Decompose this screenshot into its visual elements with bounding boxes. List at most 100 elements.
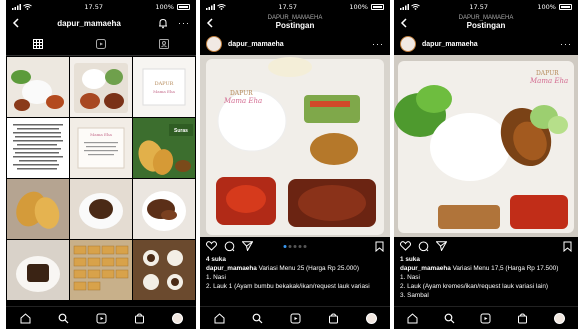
- heart-icon[interactable]: [206, 241, 217, 251]
- signal-icon: [12, 3, 21, 10]
- post-username[interactable]: dapur_mamaeha: [228, 41, 366, 48]
- grid-tile[interactable]: Suras: [133, 118, 195, 178]
- status-time: 17.57: [84, 2, 103, 11]
- search-icon[interactable]: [444, 313, 455, 324]
- post-header: dapur_mamaeha ···: [394, 33, 578, 55]
- page-title: Postingan: [275, 20, 315, 30]
- home-icon[interactable]: [214, 312, 225, 324]
- signal-group: [206, 3, 226, 10]
- grid-tile[interactable]: [7, 57, 69, 117]
- search-icon[interactable]: [252, 313, 263, 324]
- status-bar: 17.57 100%: [394, 0, 578, 13]
- carousel-indicator: [283, 244, 307, 248]
- post-image[interactable]: DAPUR Mama Eha: [394, 55, 578, 237]
- status-bar: 17.57 100%: [6, 0, 196, 13]
- reels-nav-icon[interactable]: [290, 313, 301, 324]
- shop-icon[interactable]: [134, 312, 145, 324]
- status-bar: 17.57 100%: [200, 0, 390, 13]
- grid-tile[interactable]: [7, 179, 69, 239]
- avatar[interactable]: [206, 36, 222, 52]
- profile-header: dapur_mamaeha ···: [6, 13, 196, 33]
- home-icon[interactable]: [407, 312, 418, 324]
- post-actions: [200, 237, 390, 255]
- signal-group: [12, 3, 32, 10]
- caption-username[interactable]: dapur_mamaeha: [400, 265, 451, 272]
- watermark-script: Mama Eha: [223, 97, 262, 105]
- grid-tile[interactable]: [133, 240, 195, 300]
- watermark-brand: DAPUR: [230, 90, 253, 97]
- chevron-left-icon[interactable]: [400, 18, 408, 28]
- profile-avatar-icon[interactable]: [365, 312, 377, 324]
- share-icon[interactable]: [242, 241, 253, 251]
- chevron-left-icon[interactable]: [206, 18, 214, 28]
- grid-tile[interactable]: [7, 240, 69, 300]
- more-options-icon[interactable]: ···: [372, 39, 384, 49]
- reels-nav-icon[interactable]: [480, 313, 491, 324]
- header-title-group: DAPUR_MAMAEHA Postingan: [459, 15, 514, 30]
- tagged-icon[interactable]: [159, 39, 170, 49]
- comment-icon[interactable]: [224, 241, 235, 252]
- avatar[interactable]: [400, 36, 416, 52]
- battery-percent: 100%: [349, 2, 368, 11]
- grid-tile-text[interactable]: [7, 118, 69, 178]
- profile-avatar-icon[interactable]: [554, 312, 566, 324]
- phone-profile: 17.57 100% dapur_mamaeha ··· DAPUR Mama E…: [6, 0, 196, 329]
- more-options-icon[interactable]: ···: [178, 18, 190, 28]
- bell-icon[interactable]: [158, 18, 168, 29]
- search-icon[interactable]: [58, 313, 69, 324]
- battery-icon: [176, 3, 190, 10]
- reels-icon[interactable]: [95, 39, 106, 49]
- grid-tile[interactable]: DAPUR Mama Eha: [133, 57, 195, 117]
- bookmark-icon[interactable]: [563, 241, 572, 252]
- status-time: 17.57: [469, 2, 488, 11]
- profile-username: dapur_mamaeha: [57, 18, 121, 28]
- more-options-icon[interactable]: ···: [560, 39, 572, 49]
- grid-tile[interactable]: [70, 240, 132, 300]
- shop-icon[interactable]: [328, 312, 339, 324]
- bookmark-icon[interactable]: [375, 241, 384, 252]
- home-icon[interactable]: [20, 312, 31, 324]
- wifi-icon: [23, 3, 32, 10]
- battery-percent: 100%: [537, 2, 556, 11]
- reels-nav-icon[interactable]: [96, 313, 107, 324]
- svg-text:DAPUR: DAPUR: [155, 81, 174, 87]
- post-actions: [394, 237, 578, 255]
- caption-text: Variasi Menu 25 (Harga Rp 25.000): [258, 265, 359, 272]
- watermark-brand: DAPUR: [536, 70, 559, 77]
- caption-username[interactable]: dapur_mamaeha: [206, 265, 257, 272]
- post-page-header: DAPUR_MAMAEHA Postingan: [200, 13, 390, 33]
- heart-icon[interactable]: [400, 241, 411, 251]
- caption-line: dapur_mamaeha Variasi Menu 25 (Harga Rp …: [206, 264, 384, 273]
- signal-group: [400, 3, 420, 10]
- caption-item: 1. Nasi: [400, 274, 420, 281]
- tile-label: Suras: [174, 128, 188, 134]
- phone-post-2: 17.57 100% DAPUR_MAMAEHA Postingan dapur…: [394, 0, 578, 329]
- wifi-icon: [217, 3, 226, 10]
- wifi-icon: [411, 3, 420, 10]
- grid-tile[interactable]: [133, 179, 195, 239]
- post-page-header: DAPUR_MAMAEHA Postingan: [394, 13, 578, 33]
- profile-avatar-icon[interactable]: [171, 312, 183, 324]
- svg-text:Mama Eha: Mama Eha: [90, 132, 112, 137]
- grid-tile[interactable]: [70, 57, 132, 117]
- post-header: dapur_mamaeha ···: [200, 33, 390, 55]
- battery-percent: 100%: [155, 2, 174, 11]
- post-image[interactable]: DAPUR Mama Eha: [200, 55, 390, 237]
- share-icon[interactable]: [436, 241, 447, 251]
- battery-group: 100%: [155, 3, 190, 11]
- post-caption: 4 suka dapur_mamaeha Variasi Menu 25 (Ha…: [200, 255, 390, 291]
- caption-item: 2. Lauk 1 (Ayam bumbu bekakak/ikan/reque…: [206, 283, 370, 290]
- shop-icon[interactable]: [517, 312, 528, 324]
- grid-tile[interactable]: [70, 179, 132, 239]
- grid-tile[interactable]: Mama Eha: [70, 118, 132, 178]
- bottom-nav: [6, 306, 196, 329]
- grid-icon[interactable]: [32, 39, 43, 49]
- header-title-group: DAPUR_MAMAEHA Postingan: [268, 15, 323, 30]
- post-username[interactable]: dapur_mamaeha: [422, 41, 554, 48]
- battery-group: 100%: [537, 3, 572, 11]
- comment-icon[interactable]: [418, 241, 429, 252]
- chevron-left-icon[interactable]: [12, 18, 20, 28]
- phone-post-1: 17.57 100% DAPUR_MAMAEHA Postingan dapur…: [200, 0, 390, 329]
- bottom-nav: [394, 306, 578, 329]
- like-count: 4 suka: [206, 256, 226, 263]
